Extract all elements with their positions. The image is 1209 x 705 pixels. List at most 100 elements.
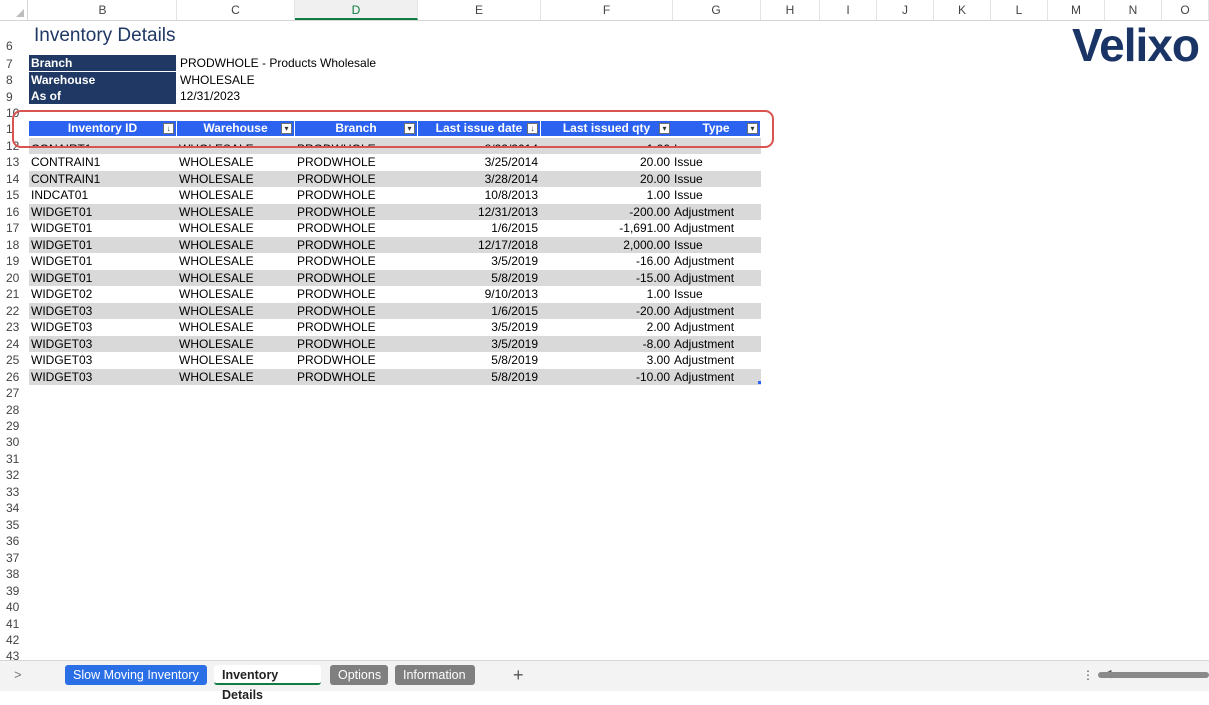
table-cell[interactable]: 1/6/2015 [420,303,538,319]
table-cell[interactable]: WHOLESALE [179,204,292,220]
row-number[interactable]: 40 [0,599,28,615]
row-number[interactable]: 9 [0,89,28,105]
row-number[interactable]: 7 [0,56,28,72]
table-cell[interactable]: 3/5/2019 [420,319,538,335]
add-sheet-icon[interactable]: + [513,665,524,686]
row-number[interactable]: 37 [0,550,28,566]
row-number[interactable]: 13 [0,154,28,170]
table-cell[interactable]: Issue [674,237,758,253]
table-cell[interactable]: 2.00 [543,319,670,335]
table-cell[interactable]: WIDGET03 [31,352,174,368]
table-cell[interactable]: 5/8/2019 [420,270,538,286]
column-header-j[interactable]: J [877,0,934,20]
table-cell[interactable]: WIDGET01 [31,220,174,236]
table-cell[interactable]: Adjustment [674,270,758,286]
table-cell[interactable]: PRODWHOLE [297,171,415,187]
table-cell[interactable]: PRODWHOLE [297,253,415,269]
row-number[interactable]: 30 [0,434,28,450]
column-header-h[interactable]: H [761,0,820,20]
column-header-o[interactable]: O [1162,0,1209,20]
table-cell[interactable]: Adjustment [674,369,758,385]
table-cell[interactable]: PRODWHOLE [297,369,415,385]
table-cell[interactable]: -8.00 [543,336,670,352]
table-cell[interactable]: WHOLESALE [179,336,292,352]
table-cell[interactable]: Adjustment [674,303,758,319]
row-number[interactable]: 31 [0,451,28,467]
row-number[interactable]: 16 [0,204,28,220]
table-cell[interactable]: Issue [674,154,758,170]
column-header-m[interactable]: M [1048,0,1105,20]
table-cell[interactable]: -16.00 [543,253,670,269]
table-cell[interactable]: 10/8/2013 [420,187,538,203]
table-cell[interactable]: PRODWHOLE [297,303,415,319]
table-cell[interactable]: WHOLESALE [179,237,292,253]
table-cell[interactable]: WHOLESALE [179,352,292,368]
table-cell[interactable]: -1,691.00 [543,220,670,236]
table-cell[interactable]: WIDGET01 [31,253,174,269]
sheet-tab[interactable]: Options [330,665,388,685]
row-number[interactable]: 39 [0,583,28,599]
table-cell[interactable]: 3/5/2019 [420,253,538,269]
more-options-icon[interactable]: ⋮ [1082,668,1094,682]
table-cell[interactable]: WIDGET01 [31,204,174,220]
table-resize-handle[interactable] [758,381,761,384]
column-header-d[interactable]: D [295,0,418,20]
table-cell[interactable]: -20.00 [543,303,670,319]
row-number[interactable]: 29 [0,418,28,434]
table-cell[interactable]: WHOLESALE [179,319,292,335]
row-number[interactable]: 26 [0,369,28,385]
table-cell[interactable]: -10.00 [543,369,670,385]
row-number[interactable]: 6 [0,38,28,54]
table-cell[interactable]: WIDGET03 [31,319,174,335]
column-header-n[interactable]: N [1105,0,1162,20]
row-number[interactable]: 32 [0,467,28,483]
table-cell[interactable]: WIDGET01 [31,237,174,253]
column-header-k[interactable]: K [934,0,991,20]
table-cell[interactable]: PRODWHOLE [297,187,415,203]
row-number[interactable]: 15 [0,187,28,203]
table-cell[interactable]: 3.00 [543,352,670,368]
row-number[interactable]: 24 [0,336,28,352]
row-number[interactable]: 25 [0,352,28,368]
row-number[interactable]: 18 [0,237,28,253]
table-cell[interactable]: Adjustment [674,352,758,368]
table-cell[interactable]: WIDGET03 [31,336,174,352]
table-cell[interactable]: PRODWHOLE [297,319,415,335]
row-number[interactable]: 22 [0,303,28,319]
row-number[interactable]: 41 [0,616,28,632]
column-header-l[interactable]: L [991,0,1048,20]
row-number[interactable]: 23 [0,319,28,335]
sheet-nav-arrow-icon[interactable]: > [14,667,22,682]
table-cell[interactable]: PRODWHOLE [297,336,415,352]
table-cell[interactable]: 9/10/2013 [420,286,538,302]
table-cell[interactable]: WIDGET02 [31,286,174,302]
row-number[interactable]: 35 [0,517,28,533]
table-cell[interactable]: WHOLESALE [179,253,292,269]
column-header-g[interactable]: G [672,0,761,20]
table-cell[interactable]: 1.00 [543,286,670,302]
table-cell[interactable]: Adjustment [674,220,758,236]
row-number[interactable]: 36 [0,533,28,549]
table-cell[interactable]: -200.00 [543,204,670,220]
sheet-tab[interactable]: Slow Moving Inventory [65,665,207,685]
table-cell[interactable]: WHOLESALE [179,303,292,319]
table-cell[interactable]: WHOLESALE [179,187,292,203]
column-header-e[interactable]: E [418,0,541,20]
table-cell[interactable]: 3/5/2019 [420,336,538,352]
table-cell[interactable]: 1.00 [543,187,670,203]
table-cell[interactable]: WHOLESALE [179,171,292,187]
row-number[interactable]: 17 [0,220,28,236]
sheet-tab[interactable]: Inventory Details [214,665,321,702]
table-cell[interactable]: CONTRAIN1 [31,171,174,187]
table-cell[interactable]: Adjustment [674,204,758,220]
table-cell[interactable]: PRODWHOLE [297,154,415,170]
row-number[interactable]: 14 [0,171,28,187]
table-cell[interactable]: Adjustment [674,336,758,352]
table-cell[interactable]: 3/28/2014 [420,171,538,187]
table-cell[interactable]: Issue [674,187,758,203]
sheet-tab[interactable]: Information [395,665,475,685]
table-cell[interactable]: PRODWHOLE [297,220,415,236]
table-cell[interactable]: CONTRAIN1 [31,154,174,170]
column-header-f[interactable]: F [541,0,673,20]
table-cell[interactable]: PRODWHOLE [297,286,415,302]
